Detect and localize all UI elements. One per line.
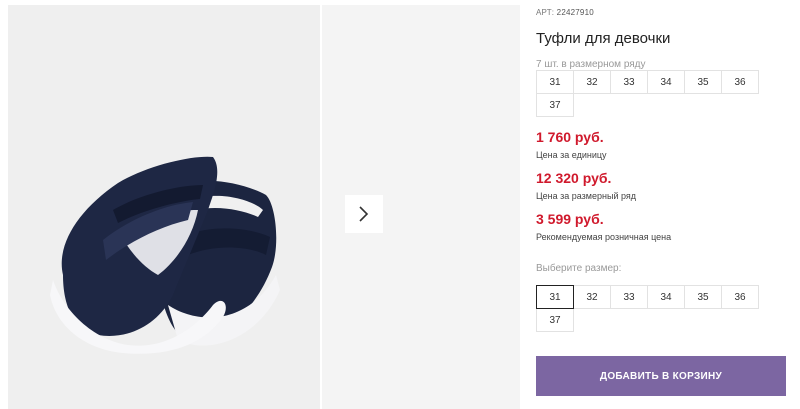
- retail-price-label: Рекомендуемая розничная цена: [536, 232, 672, 242]
- size-row-count: 7 шт. в размерном ряду: [536, 59, 646, 70]
- size-row-cell: 36: [721, 70, 759, 94]
- retail-price: 3 599 руб.: [536, 211, 604, 227]
- add-to-cart-button[interactable]: ДОБАВИТЬ В КОРЗИНУ: [536, 356, 786, 396]
- size-row-cell: 35: [684, 70, 722, 94]
- article-label: АРТ:: [536, 8, 555, 17]
- size-row-cell: 37: [536, 93, 574, 117]
- size-option-34[interactable]: 34: [647, 285, 685, 309]
- size-option-36[interactable]: 36: [721, 285, 759, 309]
- choose-size-label: Выберите размер:: [536, 263, 622, 274]
- row-price-label: Цена за размерный ряд: [536, 191, 637, 201]
- product-title: Туфли для девочки: [536, 30, 671, 47]
- product-photo[interactable]: [8, 5, 320, 409]
- size-option-31[interactable]: 31: [536, 285, 574, 309]
- size-option-32[interactable]: 32: [573, 285, 611, 309]
- article-value: 22427910: [556, 8, 594, 17]
- size-row-cell: 33: [610, 70, 648, 94]
- row-price: 12 320 руб.: [536, 170, 612, 186]
- size-option-35[interactable]: 35: [684, 285, 722, 309]
- size-row-cell: 32: [573, 70, 611, 94]
- size-option-37[interactable]: 37: [536, 308, 574, 332]
- chevron-right-icon: [359, 206, 369, 222]
- size-row-cell: 34: [647, 70, 685, 94]
- size-option-33[interactable]: 33: [610, 285, 648, 309]
- unit-price-label: Цена за единицу: [536, 150, 607, 160]
- next-image-button[interactable]: [345, 195, 383, 233]
- product-gallery: [0, 0, 520, 409]
- unit-price: 1 760 руб.: [536, 129, 604, 145]
- size-selector: 31 32 33 34 35 36 37: [536, 285, 764, 332]
- size-row-cell: 31: [536, 70, 574, 94]
- article-number: АРТ: 22427910: [536, 8, 594, 17]
- size-row-grid: 31 32 33 34 35 36 37: [536, 70, 764, 117]
- shoes-image: [50, 156, 280, 354]
